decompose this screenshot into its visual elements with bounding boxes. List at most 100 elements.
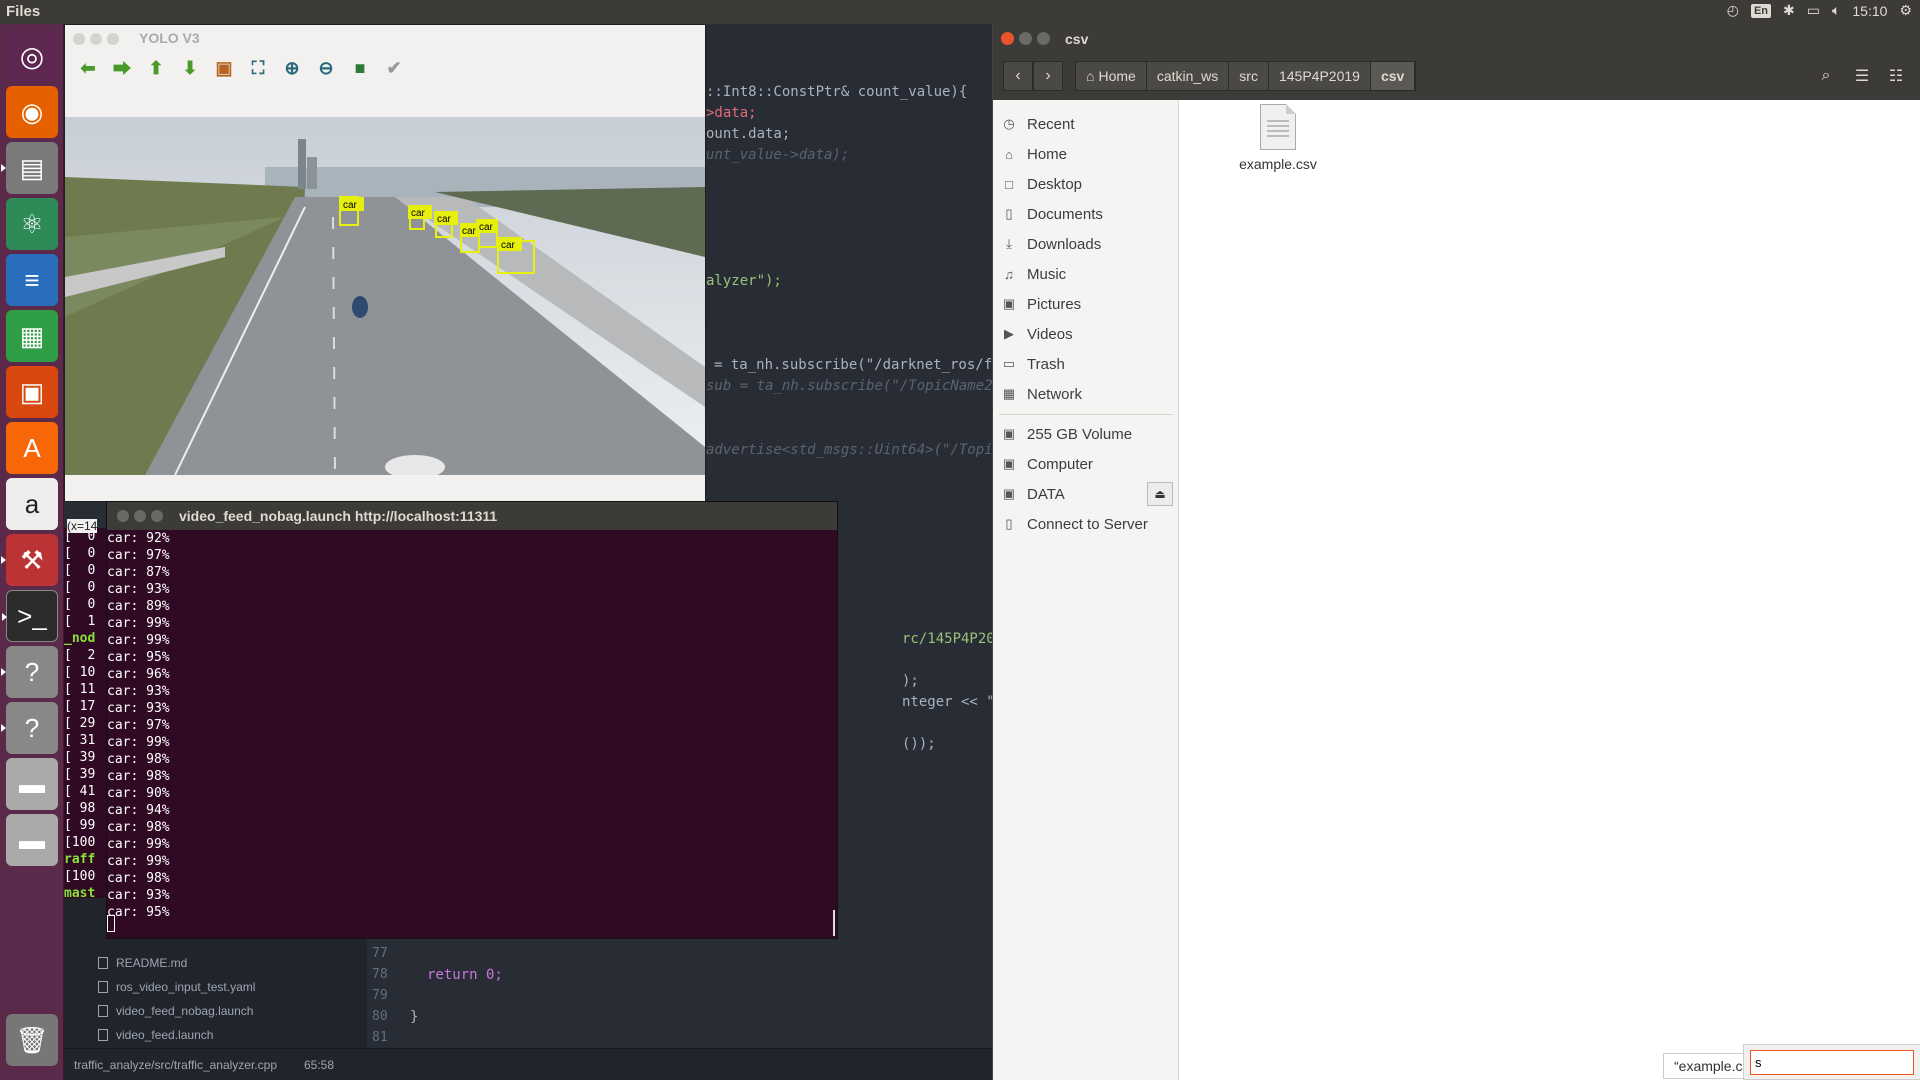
maximize-button[interactable] [1037, 32, 1050, 45]
breadcrumb-csv[interactable]: csv [1370, 62, 1416, 90]
bluetooth-icon[interactable]: ✱ [1783, 2, 1795, 19]
tree-item[interactable]: ros_video_input_test.yaml [98, 980, 255, 994]
trash-icon[interactable]: 🗑︎ [6, 1014, 58, 1066]
drive-icon[interactable]: ▬ [6, 758, 58, 810]
maximize-button[interactable] [151, 510, 163, 522]
list-view-icon[interactable]: ☰ [1847, 61, 1877, 91]
close-button[interactable] [117, 510, 129, 522]
clock[interactable]: 15:10 [1852, 3, 1887, 19]
sidebar-item-connect-to-server[interactable]: ▯ Connect to Server [1001, 512, 1177, 536]
code-line[interactable]: ); [902, 673, 919, 689]
zoom-in-icon[interactable]: ⊕ [281, 57, 303, 79]
zoom-fit-icon[interactable]: ⛶ [247, 57, 269, 79]
sidebar-item-pictures[interactable]: ▣ Pictures [1001, 292, 1177, 316]
unknown-app-icon[interactable]: ? [1, 646, 58, 698]
code-line[interactable]: return 0; [427, 967, 503, 983]
ubuntu-logo-icon[interactable]: ◎ [6, 30, 58, 82]
sidebar-item-volume[interactable]: ▣ 255 GB Volume [1001, 422, 1177, 446]
amazon-icon[interactable]: a [6, 478, 58, 530]
code-line[interactable]: } [410, 1009, 418, 1025]
arrow-left-icon[interactable]: ⬅ [77, 57, 99, 79]
detection-label: car [411, 208, 426, 219]
breadcrumb-src[interactable]: src [1229, 62, 1269, 90]
tree-item[interactable]: README.md [98, 956, 187, 970]
files-icon[interactable]: ▤ [1, 142, 58, 194]
minimize-button[interactable] [134, 510, 146, 522]
keyboard-layout-indicator[interactable]: En [1750, 3, 1772, 18]
sidebar-item-music[interactable]: ♫ Music [1001, 262, 1177, 286]
terminal-icon[interactable]: >_ [2, 590, 58, 642]
status-cursor-position[interactable]: 65:58 [304, 1058, 334, 1072]
terminal-line: [ 39 [64, 767, 96, 782]
sidebar-item-home[interactable]: ⌂ Home [1001, 142, 1177, 166]
battery-icon[interactable]: ▭ [1807, 2, 1820, 19]
eject-icon[interactable]: ⏏ [1147, 482, 1173, 506]
search-icon[interactable]: ⌕ [1811, 61, 1841, 91]
sidebar-item-recent[interactable]: ◷ Recent [1001, 112, 1177, 136]
terminal-line: car: 93% [107, 701, 170, 716]
breadcrumb-project[interactable]: 145P4P2019 [1268, 62, 1371, 90]
yolo-titlebar[interactable]: YOLO V3 [65, 25, 705, 51]
terminal-window[interactable]: video_feed_nobag.launch http://localhost… [106, 501, 838, 939]
wifi-icon[interactable]: ◴ [1727, 2, 1739, 19]
atom-editor-icon[interactable]: ⚛ [6, 198, 58, 250]
sidebar-item-videos[interactable]: ▶ Videos [1001, 322, 1177, 346]
impress-icon[interactable]: ▣ [6, 366, 58, 418]
firefox-icon[interactable]: ◉ [6, 86, 58, 138]
terminal-scrollbar[interactable] [833, 910, 835, 936]
minimize-button[interactable] [1019, 32, 1032, 45]
code-line[interactable]: alyzer"); [706, 273, 782, 289]
detection-image[interactable]: car car car car car car [65, 117, 705, 475]
calc-icon[interactable]: ▦ [6, 310, 58, 362]
code-line[interactable]: >data; [706, 105, 757, 121]
code-line[interactable]: ount.data; [706, 126, 790, 142]
terminal-line: car: 99% [107, 633, 170, 648]
code-line[interactable]: advertise<std_msgs::Uint64>("/Topi [706, 442, 993, 458]
code-line[interactable]: unt_value->data); [706, 147, 849, 163]
breadcrumb-home[interactable]: ⌂ Home [1076, 62, 1147, 90]
writer-icon[interactable]: ≡ [6, 254, 58, 306]
sidebar-item-downloads[interactable]: ⤓ Downloads [1001, 232, 1177, 256]
arrow-up-icon[interactable]: ⬆ [145, 57, 167, 79]
sidebar-item-network[interactable]: ▦ Network [1001, 382, 1177, 406]
tree-item[interactable]: video_feed_nobag.launch [98, 1004, 253, 1018]
sidebar-item-trash[interactable]: ▭ Trash [1001, 352, 1177, 376]
sidebar-item-label: Home [1027, 145, 1068, 163]
sidebar-item-documents[interactable]: ▯ Documents [1001, 202, 1177, 226]
file-name: example.csv [1239, 156, 1317, 172]
status-file-path[interactable]: traffic_analyze/src/traffic_analyzer.cpp [74, 1058, 277, 1072]
back-button[interactable]: ‹ [1003, 61, 1033, 91]
sidebar-item-computer[interactable]: ▣ Computer [1001, 452, 1177, 476]
tree-item[interactable]: video_feed.launch [98, 1028, 213, 1042]
sidebar-item-desktop[interactable]: □ Desktop [1001, 172, 1177, 196]
maximize-button[interactable] [107, 33, 119, 45]
grid-view-icon[interactable]: ☷ [1881, 61, 1911, 91]
file-item[interactable]: example.csv [1223, 104, 1333, 172]
drive-icon-2[interactable]: ▬ [6, 814, 58, 866]
software-center-icon[interactable]: A [6, 422, 58, 474]
terminal-titlebar[interactable]: video_feed_nobag.launch http://localhost… [107, 502, 837, 530]
unknown-app-icon-2[interactable]: ? [1, 702, 58, 754]
image-icon[interactable]: ▣ [213, 57, 235, 79]
settings-icon[interactable]: ⚒ [1, 534, 58, 586]
terminal-output[interactable]: car: 92% car: 97% car: 87% car: 93% car: 89%… [107, 530, 837, 938]
code-line[interactable]: = ta_nh.subscribe("/darknet_ros/f [714, 357, 992, 373]
type-ahead-input[interactable] [1750, 1050, 1914, 1075]
save-icon[interactable]: ■ [349, 57, 371, 79]
volume-icon[interactable]: 🔈︎ [1832, 2, 1840, 19]
close-button[interactable] [1001, 32, 1014, 45]
code-line[interactable]: ::Int8::ConstPtr& count_value){ [706, 84, 967, 100]
forward-button[interactable]: › [1033, 61, 1063, 91]
code-line[interactable]: ()); [902, 736, 936, 752]
zoom-out-icon[interactable]: ⊖ [315, 57, 337, 79]
breadcrumb-catkin-ws[interactable]: catkin_ws [1146, 62, 1230, 90]
sidebar-item-label: Trash [1027, 355, 1065, 373]
file-manager-titlebar[interactable]: csv [993, 24, 1920, 54]
gear-icon[interactable]: ⚙ [1899, 2, 1912, 19]
code-line[interactable]: sub = ta_nh.subscribe("/TopicName2 [706, 378, 993, 394]
minimize-button[interactable] [90, 33, 102, 45]
close-button[interactable] [73, 33, 85, 45]
properties-icon[interactable]: ✔ [383, 57, 405, 79]
arrow-down-icon[interactable]: ⬇ [179, 57, 201, 79]
arrow-right-icon[interactable]: ⮕ [111, 57, 133, 79]
